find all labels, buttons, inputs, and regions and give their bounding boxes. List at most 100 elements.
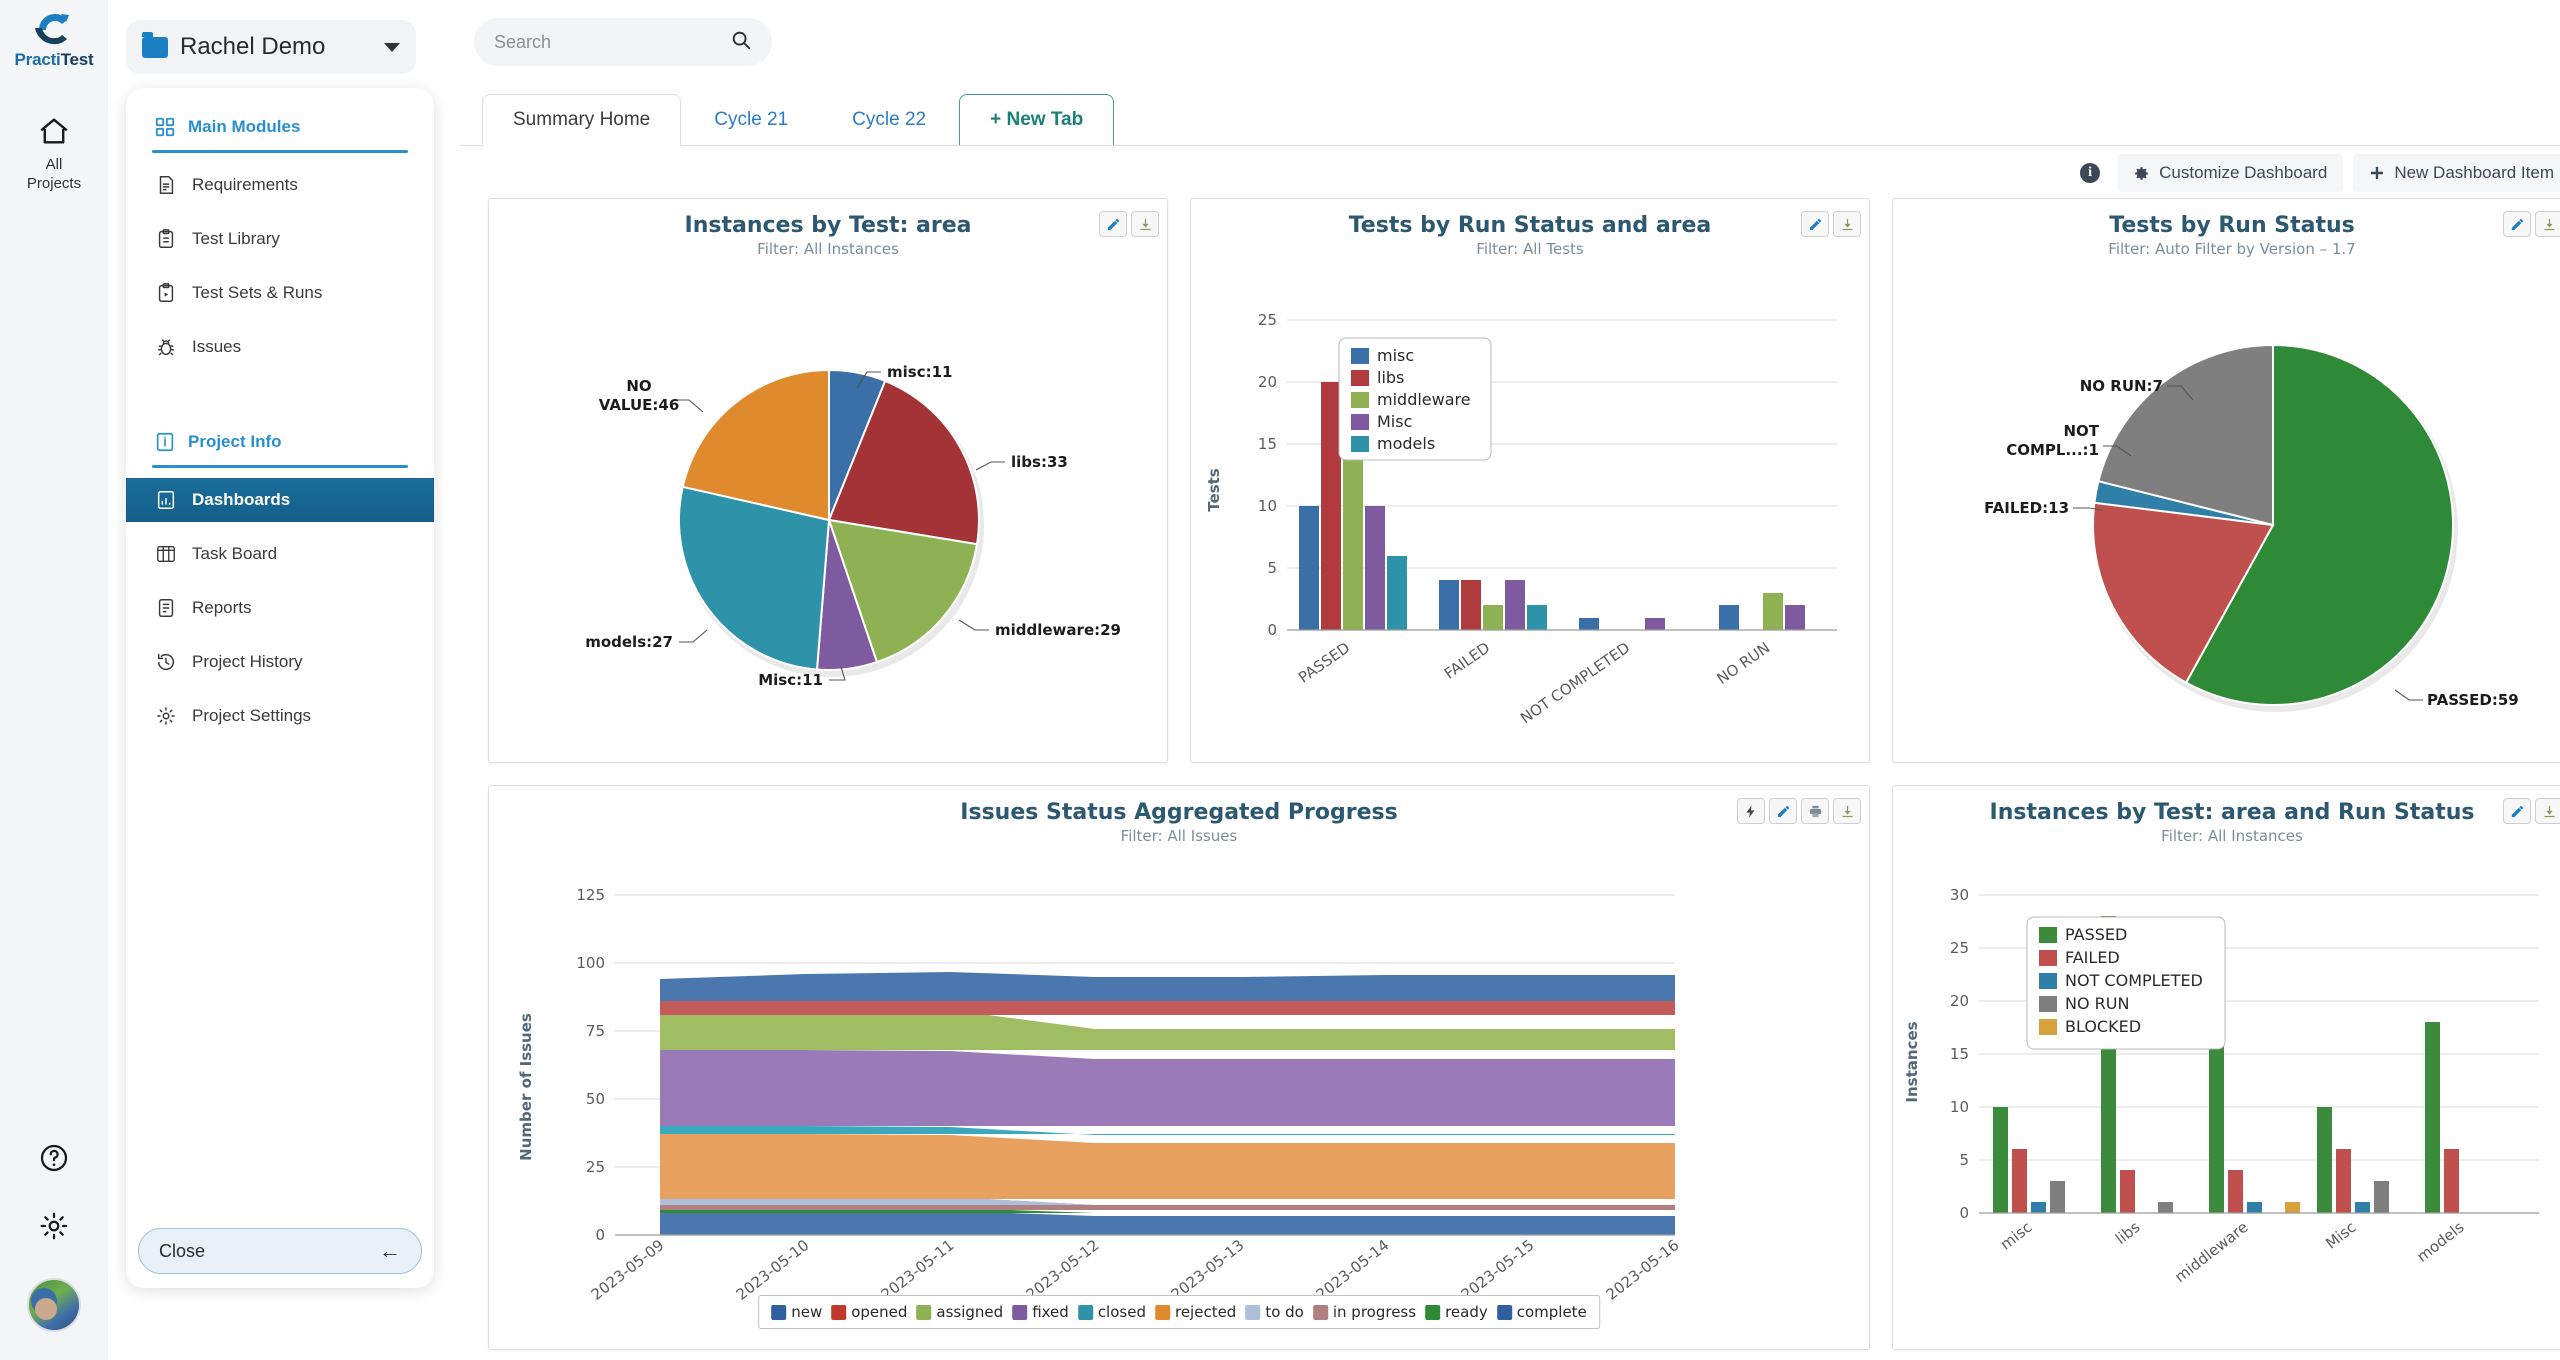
help-circle-icon[interactable] xyxy=(38,1142,70,1178)
sidebar-item-project-history[interactable]: Project History xyxy=(126,640,434,684)
pencil-icon[interactable] xyxy=(2503,211,2531,237)
dashboard-row-1: Instances by Test: area Filter: All Inst… xyxy=(488,198,2560,763)
sidebar-item-project-settings[interactable]: Project Settings xyxy=(126,694,434,738)
svg-text:2023-05-10: 2023-05-10 xyxy=(733,1236,813,1304)
widget-body: Number of Issues 125 xyxy=(489,847,1869,1339)
taskboard-icon xyxy=(154,542,178,566)
svg-text:2023-05-15: 2023-05-15 xyxy=(1458,1236,1538,1304)
svg-text:misc: misc xyxy=(1377,346,1414,365)
download-icon[interactable] xyxy=(1833,211,1861,237)
app-root: PractiTest AllProjects xyxy=(0,0,2560,1360)
widget-header: Tests by Run Status Filter: Auto Filter … xyxy=(1893,199,2560,260)
sidebar-nav-card: Main Modules Requirements Test Library xyxy=(126,88,434,1288)
legend-item-in-progress[interactable]: in progress xyxy=(1313,1303,1416,1321)
customize-dashboard-button[interactable]: Customize Dashboard xyxy=(2117,154,2343,192)
svg-text:NO RUN: NO RUN xyxy=(2065,994,2129,1013)
sidebar-item-dashboards[interactable]: Dashboards xyxy=(126,478,434,522)
svg-text:100: 100 xyxy=(576,954,605,972)
section-divider xyxy=(152,150,408,153)
tab-new[interactable]: + New Tab xyxy=(959,94,1114,146)
legend-item-rejected[interactable]: rejected xyxy=(1155,1303,1236,1321)
download-icon[interactable] xyxy=(1131,211,1159,237)
svg-text:middleware: middleware xyxy=(1377,390,1471,409)
pie-chart-instances-by-area[interactable]: misc:11 libs:33 middleware:29 Misc:11 mo… xyxy=(489,260,1169,750)
legend-item-new[interactable]: new xyxy=(771,1303,822,1321)
top-bar xyxy=(460,0,2560,84)
requirements-icon xyxy=(154,173,178,197)
gear-icon xyxy=(154,704,178,728)
pencil-icon[interactable] xyxy=(1769,798,1797,824)
sidebar-spacer xyxy=(126,379,434,425)
tab-cycle-22[interactable]: Cycle 22 xyxy=(821,94,957,146)
legend-item-closed[interactable]: closed xyxy=(1078,1303,1146,1321)
widget-tools xyxy=(1099,211,1159,237)
main-content: Summary Home Cycle 21 Cycle 22 + New Tab… xyxy=(460,0,2560,1360)
project-selector[interactable]: Rachel Demo xyxy=(126,20,416,74)
lightning-icon[interactable] xyxy=(1737,798,1765,824)
y-axis-label: Tests xyxy=(1205,468,1223,512)
sidebar-item-task-board[interactable]: Task Board xyxy=(126,532,434,576)
svg-text:25: 25 xyxy=(586,1158,605,1176)
svg-text:PASSED: PASSED xyxy=(1295,639,1353,687)
sidebar: Rachel Demo Main Modules xyxy=(108,0,460,1360)
search-input[interactable] xyxy=(494,32,722,53)
search-icon[interactable] xyxy=(730,29,752,55)
y-axis-ticks: 25 20 15 10 5 0 xyxy=(1258,311,1277,639)
pencil-icon[interactable] xyxy=(1099,211,1127,237)
svg-text:0: 0 xyxy=(595,1226,605,1244)
sidebar-item-test-sets-runs[interactable]: Test Sets & Runs xyxy=(126,271,434,315)
legend-item-complete[interactable]: complete xyxy=(1497,1303,1587,1321)
download-icon[interactable] xyxy=(2535,798,2560,824)
widget-subtitle: Filter: All Instances xyxy=(489,240,1167,258)
search-box[interactable] xyxy=(474,18,772,66)
legend-item-assigned[interactable]: assigned xyxy=(916,1303,1003,1321)
info-icon[interactable]: i xyxy=(2073,163,2107,183)
sidebar-item-requirements[interactable]: Requirements xyxy=(126,163,434,207)
svg-text:30: 30 xyxy=(1950,886,1969,904)
widget-header: Tests by Run Status and area Filter: All… xyxy=(1191,199,1869,260)
legend-item-to-do[interactable]: to do xyxy=(1245,1303,1304,1321)
brand-text: PractiTest xyxy=(15,50,94,70)
sidebar-item-issues[interactable]: Issues xyxy=(126,325,434,369)
tab-cycle-21[interactable]: Cycle 21 xyxy=(683,94,819,146)
bug-icon xyxy=(154,335,178,359)
download-icon[interactable] xyxy=(2535,211,2560,237)
gear-icon[interactable] xyxy=(38,1210,70,1246)
pencil-icon[interactable] xyxy=(2503,798,2531,824)
new-dashboard-item-button[interactable]: New Dashboard Item xyxy=(2353,154,2560,192)
close-sidebar-button[interactable]: Close ← xyxy=(138,1228,422,1274)
legend-item-fixed[interactable]: fixed xyxy=(1012,1303,1069,1321)
svg-text:2023-05-13: 2023-05-13 xyxy=(1168,1236,1248,1304)
sidebar-item-reports[interactable]: Reports xyxy=(126,586,434,630)
sidebar-item-label: Reports xyxy=(192,598,252,618)
tab-summary-home[interactable]: Summary Home xyxy=(482,94,681,146)
report-icon xyxy=(154,596,178,620)
sidebar-item-test-library[interactable]: Test Library xyxy=(126,217,434,261)
pie-label-misc-cap: Misc:11 xyxy=(758,671,823,689)
pie-label-middleware: middleware:29 xyxy=(995,621,1121,639)
new-dashboard-item-label: New Dashboard Item xyxy=(2394,163,2554,183)
legend-item-ready[interactable]: ready xyxy=(1425,1303,1488,1321)
bar-chart-tests-by-run-status-area[interactable]: Tests 25 20 xyxy=(1191,260,1871,750)
svg-text:2023-05-11: 2023-05-11 xyxy=(878,1236,958,1304)
sidebar-section-label: Main Modules xyxy=(188,117,300,137)
svg-text:FAILED: FAILED xyxy=(2065,948,2120,967)
bar-chart-instances-by-area-run-status[interactable]: Instances 30 xyxy=(1893,847,2560,1339)
legend-item-opened[interactable]: opened xyxy=(831,1303,907,1321)
download-icon[interactable] xyxy=(1833,798,1861,824)
area-chart-issues-progress[interactable]: Number of Issues 125 xyxy=(489,847,1871,1339)
sidebar-item-label: Dashboards xyxy=(192,490,290,510)
sidebar-item-label: Test Sets & Runs xyxy=(192,283,322,303)
user-avatar[interactable] xyxy=(27,1278,81,1332)
pie-label-no-value-2: VALUE:46 xyxy=(599,396,680,414)
widget-instances-by-test-area: Instances by Test: area Filter: All Inst… xyxy=(488,198,1168,763)
rail-item-all-projects[interactable]: AllProjects xyxy=(0,110,108,194)
widget-title: Tests by Run Status xyxy=(1893,213,2560,238)
svg-text:0: 0 xyxy=(1959,1204,1969,1222)
widget-tests-by-run-status: Tests by Run Status Filter: Auto Filter … xyxy=(1892,198,2560,763)
printer-icon[interactable] xyxy=(1801,798,1829,824)
pie-chart-tests-by-run-status[interactable]: NO RUN:7 NOT COMPL...:1 FAILED:13 PASSED… xyxy=(1893,260,2560,750)
area-bands xyxy=(660,972,1675,1235)
widget-header: Issues Status Aggregated Progress Filter… xyxy=(489,786,1869,847)
pencil-icon[interactable] xyxy=(1801,211,1829,237)
